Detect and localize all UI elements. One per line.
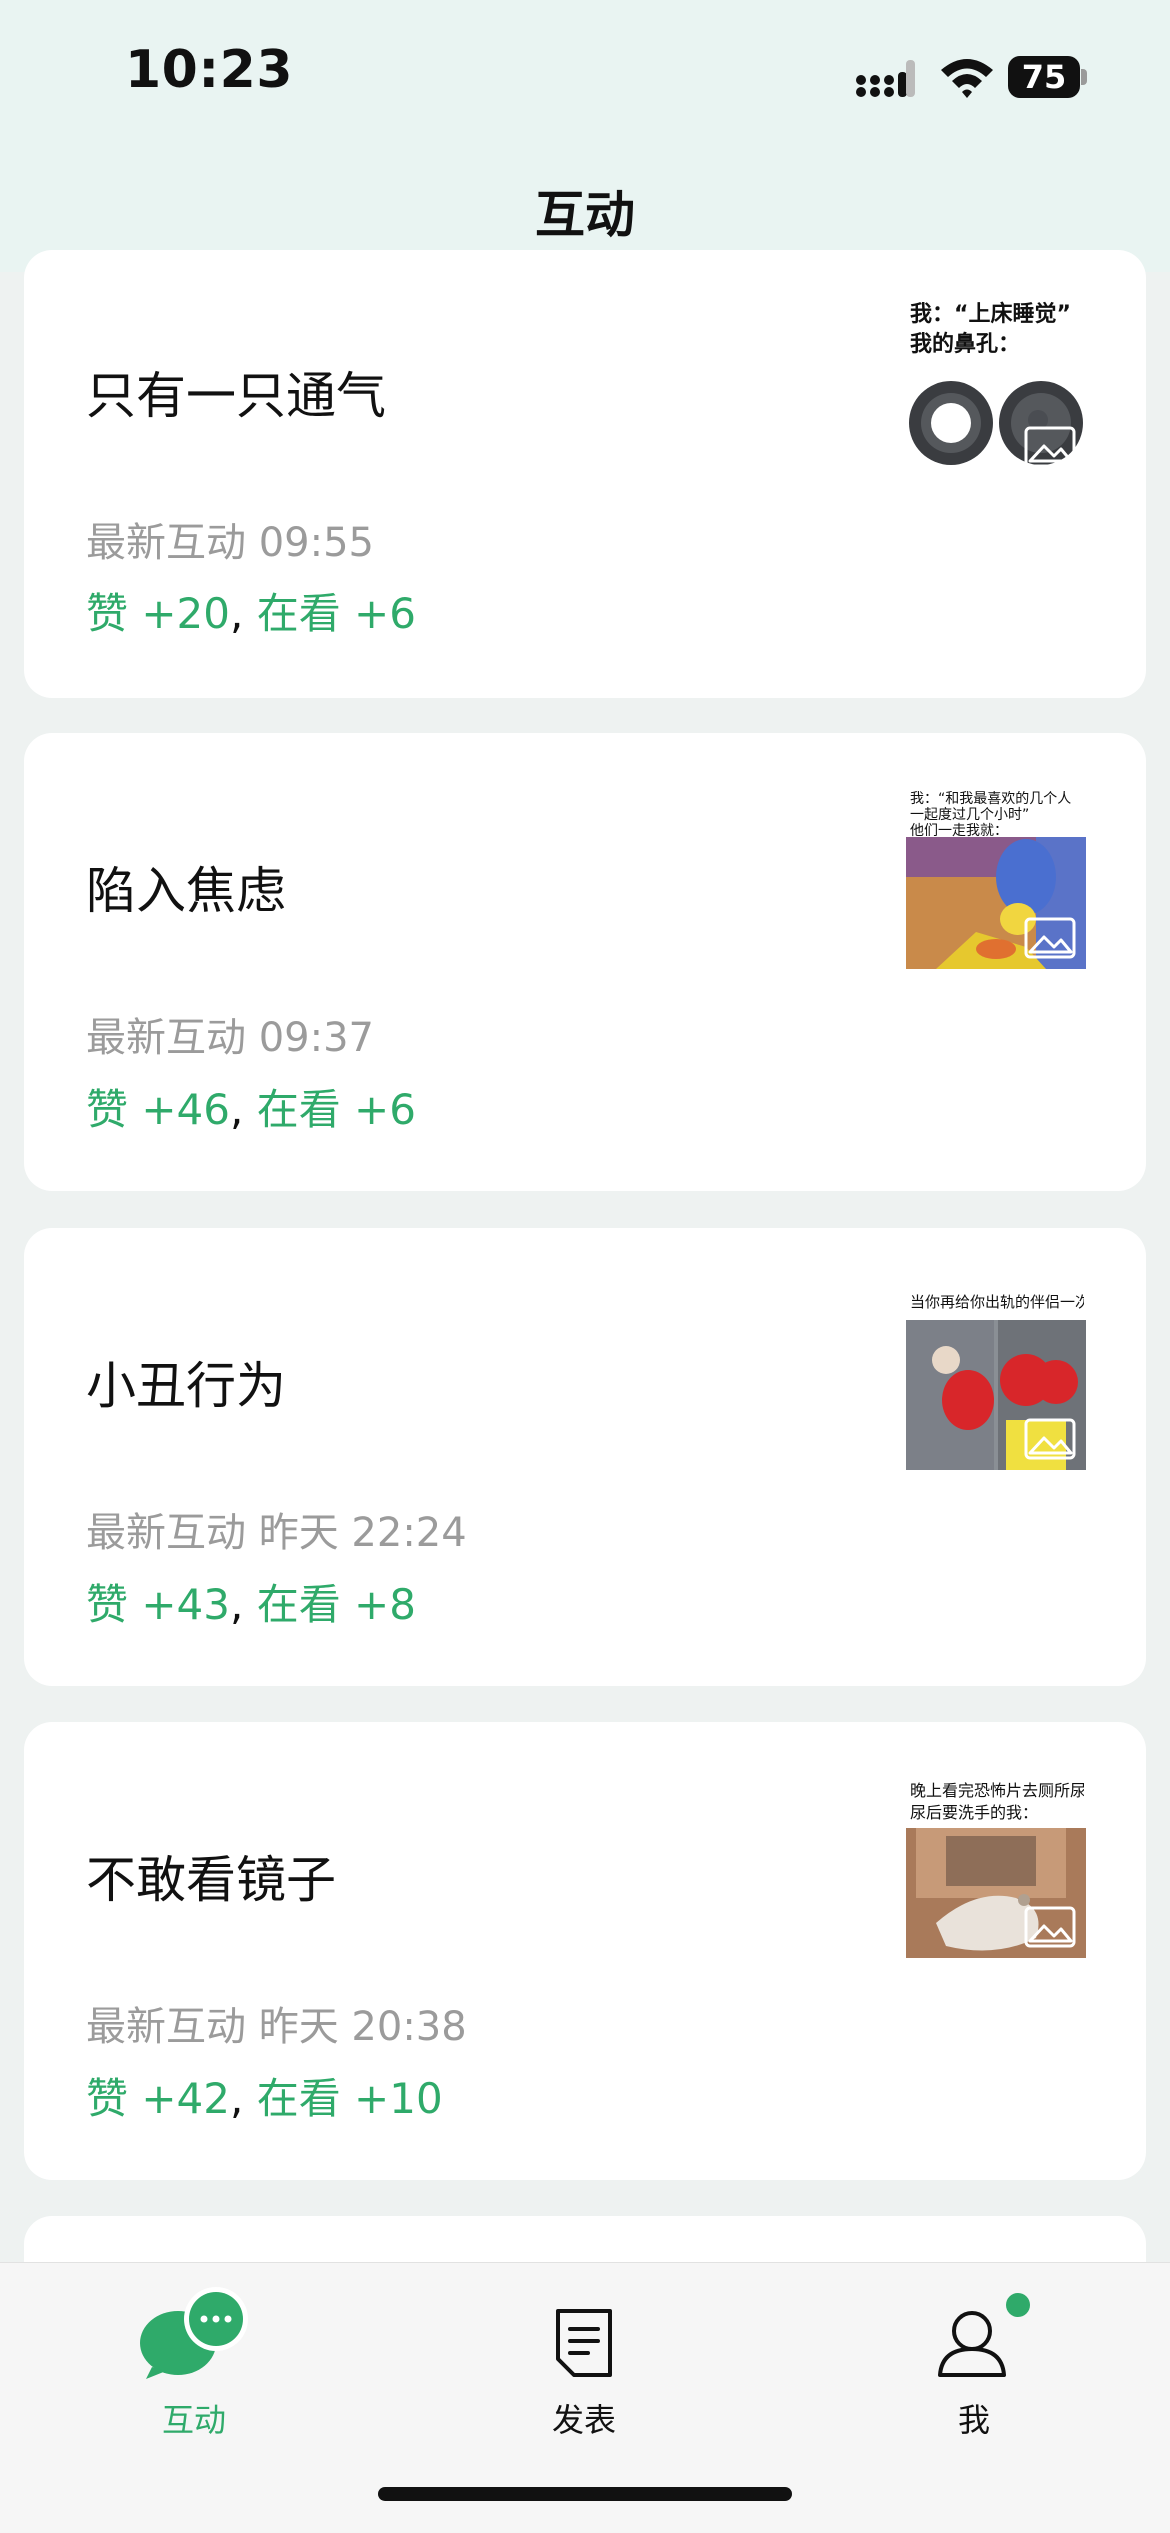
page-title: 互动 (535, 186, 635, 244)
interaction-card[interactable]: 陷入焦虑 最新互动 09:37 赞 +46, 在看 +6 我：“和我最喜欢的几个… (24, 733, 1146, 1191)
card-thumbnail[interactable]: 我：“和我最喜欢的几个人 一起度过几个小时” 他们一走我就： (906, 789, 1086, 969)
battery-level: 75 (1021, 58, 1067, 96)
interaction-card[interactable]: 不敢看镜子 最新互动 昨天 20:38 赞 +42, 在看 +10 晚上看完恐怖… (24, 1722, 1146, 2180)
card-stats: 赞 +20, 在看 +6 (86, 580, 416, 641)
battery-indicator: 75 (1008, 56, 1088, 98)
tab-label: 互动 (161, 2401, 226, 2439)
image-icon (1024, 1906, 1076, 1948)
card-title: 陷入焦虑 (86, 862, 286, 920)
likes-count: 赞 +43 (86, 1580, 230, 1629)
card-thumbnail[interactable]: 我：“上床睡觉” 我的鼻孔： (906, 298, 1086, 478)
thumbnail-caption-line: 当你再给你出轨的伴侣一次机会 (910, 1293, 1084, 1311)
interaction-card[interactable]: 只有一只通气 最新互动 09:55 赞 +20, 在看 +6 我：“上床睡觉” … (24, 250, 1146, 698)
document-icon (556, 2309, 612, 2377)
tab-label: 我 (957, 2401, 990, 2439)
image-icon (1024, 1418, 1076, 1460)
status-bar: 10:23 75 (0, 0, 1170, 150)
chat-bubbles-icon (140, 2287, 248, 2379)
stats-separator: , (230, 589, 257, 638)
card-latest-time: 最新互动 昨天 20:38 (86, 2004, 467, 2050)
stats-separator: , (230, 1085, 257, 1134)
tab-me[interactable]: 我 (874, 2293, 1074, 2443)
status-time: 10:23 (125, 40, 294, 100)
person-icon (938, 2311, 1006, 2377)
tab-label: 发表 (551, 2401, 616, 2439)
likes-count: 赞 +42 (86, 2074, 230, 2123)
wifi-icon (941, 59, 993, 98)
card-stats: 赞 +43, 在看 +8 (86, 1571, 416, 1632)
tab-publish[interactable]: 发表 (484, 2303, 684, 2443)
thumbnail-caption-line: 我：“和我最喜欢的几个人 (910, 791, 1072, 807)
thumbnail-caption-line: 一起度过几个小时” (910, 807, 1030, 823)
interaction-card[interactable]: 小丑行为 最新互动 昨天 22:24 赞 +43, 在看 +8 当你再给你出轨的… (24, 1228, 1146, 1686)
thumbnail-caption: 我：“和我最喜欢的几个人 一起度过几个小时” 他们一走我就： (910, 791, 1084, 839)
thumbnail-caption-line: 尿后要洗手的我： (910, 1803, 1039, 1822)
image-icon (1024, 426, 1076, 468)
card-title: 不敢看镜子 (86, 1851, 336, 1909)
likes-count: 赞 +20 (86, 589, 230, 638)
battery-cap (1081, 69, 1087, 85)
card-title: 只有一只通气 (86, 367, 386, 425)
views-count: 在看 +6 (256, 1085, 416, 1134)
stats-separator: , (230, 1580, 257, 1629)
notification-dot (1006, 2293, 1030, 2317)
card-latest-time: 最新互动 昨天 22:24 (86, 1510, 467, 1556)
card-latest-time: 最新互动 09:55 (86, 520, 374, 566)
cellular-signal-icon (856, 60, 915, 97)
thumbnail-caption-line: 我的鼻孔： (910, 332, 1021, 357)
card-title: 小丑行为 (86, 1357, 286, 1415)
card-stats: 赞 +46, 在看 +6 (86, 1076, 416, 1137)
home-indicator[interactable] (378, 2487, 792, 2501)
card-stats: 赞 +42, 在看 +10 (86, 2065, 443, 2126)
image-icon (1024, 917, 1076, 959)
thumbnail-caption: 当你再给你出轨的伴侣一次机会 (910, 1292, 1084, 1312)
views-count: 在看 +8 (256, 1580, 416, 1629)
views-count: 在看 +6 (256, 589, 416, 638)
views-count: 在看 +10 (256, 2074, 443, 2123)
thumbnail-caption-line: 晚上看完恐怖片去厕所尿 (910, 1781, 1084, 1800)
thumbnail-caption: 我：“上床睡觉” 我的鼻孔： (910, 300, 1084, 360)
thumbnail-caption: 晚上看完恐怖片去厕所尿 尿后要洗手的我： (910, 1780, 1084, 1824)
thumbnail-caption-line: 我：“上床睡觉” (910, 302, 1071, 327)
likes-count: 赞 +46 (86, 1085, 230, 1134)
card-thumbnail[interactable]: 当你再给你出轨的伴侣一次机会 (906, 1290, 1086, 1470)
stats-separator: , (230, 2074, 257, 2123)
card-thumbnail[interactable]: 晚上看完恐怖片去厕所尿 尿后要洗手的我： (906, 1778, 1086, 1958)
tab-interaction[interactable]: 互动 (94, 2287, 294, 2443)
card-latest-time: 最新互动 09:37 (86, 1015, 374, 1061)
